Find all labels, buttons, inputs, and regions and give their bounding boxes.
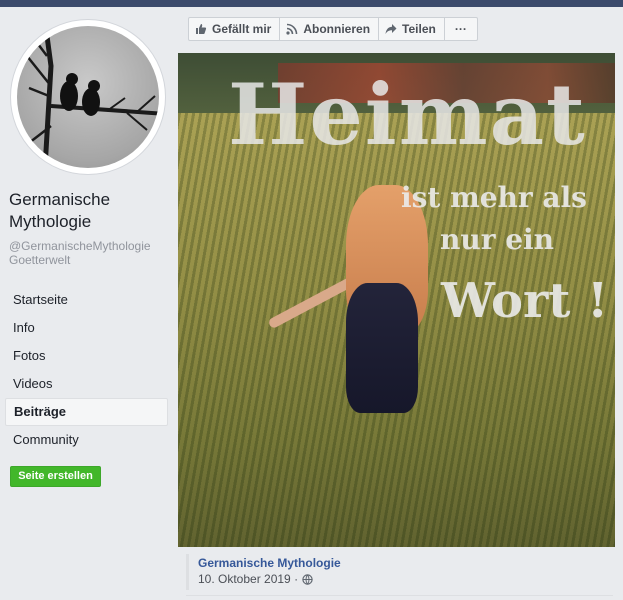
main-content: Gefällt mir Abonnieren Teilen ··· Heimat bbox=[176, 7, 623, 600]
post-attribution: Germanische Mythologie 10. Oktober 2019 … bbox=[186, 554, 603, 590]
share-button[interactable]: Teilen bbox=[378, 17, 445, 41]
avatar bbox=[17, 26, 159, 168]
globe-icon bbox=[302, 573, 313, 585]
divider bbox=[186, 595, 613, 596]
page-handle-line-1: @GermanischeMythologie bbox=[9, 239, 151, 253]
create-page-button[interactable]: Seite erstellen bbox=[10, 466, 101, 487]
post-author-link[interactable]: Germanische Mythologie bbox=[198, 556, 603, 571]
nav-item-info[interactable]: Info bbox=[5, 314, 168, 342]
nav-item-startseite[interactable]: Startseite bbox=[5, 286, 168, 314]
left-sidebar: Germanische Mythologie @GermanischeMytho… bbox=[0, 7, 176, 600]
image-text-line-4: Wort ! bbox=[441, 273, 609, 329]
rss-icon bbox=[286, 23, 298, 35]
image-text-line-3: nur ein bbox=[440, 223, 555, 256]
page-action-bar: Gefällt mir Abonnieren Teilen ··· bbox=[188, 17, 478, 41]
ravens-on-branch-image bbox=[24, 35, 159, 168]
nav-item-beitraege[interactable]: Beiträge bbox=[5, 398, 168, 426]
nav-item-community[interactable]: Community bbox=[5, 426, 168, 454]
image-girl-dress bbox=[346, 283, 418, 413]
top-bar bbox=[0, 0, 623, 7]
page-nav: Startseite Info Fotos Videos Beiträge Co… bbox=[5, 286, 168, 454]
image-text-line-1: Heimat bbox=[228, 65, 587, 164]
more-dots-icon: ··· bbox=[454, 22, 467, 36]
page-title[interactable]: Germanische Mythologie bbox=[9, 189, 174, 233]
image-text-line-2: ist mehr als bbox=[401, 181, 587, 214]
thumbs-up-icon bbox=[196, 24, 207, 34]
post-image[interactable]: Heimat ist mehr als nur ein Wort ! bbox=[178, 53, 615, 547]
share-arrow-icon bbox=[385, 24, 397, 34]
nav-item-videos[interactable]: Videos bbox=[5, 370, 168, 398]
like-button[interactable]: Gefällt mir bbox=[188, 17, 281, 41]
profile-picture[interactable] bbox=[10, 19, 166, 175]
more-options-button[interactable]: ··· bbox=[443, 17, 478, 41]
post-date-row: 10. Oktober 2019 · bbox=[198, 571, 603, 587]
page-handle-line-2: Goetterwelt bbox=[9, 253, 71, 267]
share-button-label: Teilen bbox=[402, 22, 436, 36]
like-button-label: Gefällt mir bbox=[212, 22, 272, 36]
post-date[interactable]: 10. Oktober 2019 · bbox=[198, 571, 298, 587]
subscribe-button-label: Abonnieren bbox=[303, 22, 371, 36]
nav-item-fotos[interactable]: Fotos bbox=[5, 342, 168, 370]
subscribe-button[interactable]: Abonnieren bbox=[279, 17, 380, 41]
